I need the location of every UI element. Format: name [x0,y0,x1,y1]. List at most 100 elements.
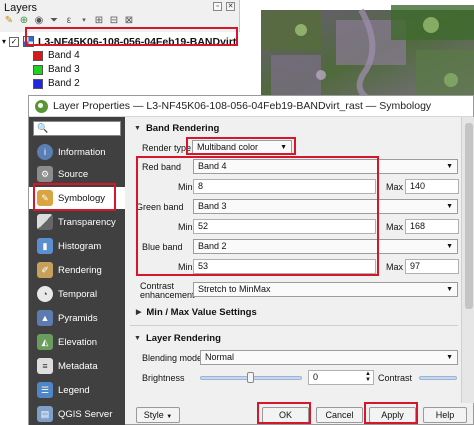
chevron-down-icon: ▼ [446,243,453,250]
red-max-input[interactable]: 140 [405,179,459,194]
apply-button[interactable]: Apply [369,407,416,423]
contrast-enhancement-label-line2: enhancement [140,290,195,300]
contrast-enhancement-select[interactable]: Stretch to MinMax ▼ [193,282,458,297]
blue-max-label: Max [386,262,404,272]
style-brush-icon[interactable]: ✎ [3,15,15,27]
brightness-slider-handle[interactable] [247,372,254,383]
satellite-image [261,5,474,100]
properties-nav: 🔍 i Information ⚙ Source ✎ Symbology Tra… [29,117,125,425]
visibility-eye-icon[interactable]: ◉ [33,15,45,27]
render-type-label: Render type [142,143,192,153]
close-panel-icon[interactable]: ✕ [226,2,235,11]
blue-min-input[interactable]: 53 [193,259,376,274]
nav-item-information[interactable]: i Information [29,141,125,163]
cancel-button[interactable]: Cancel [316,407,363,423]
chevron-down-icon: ▼ [446,203,453,210]
green-min-input[interactable]: 52 [193,219,376,234]
band-rendering-header[interactable]: ▼ Band Rendering [126,121,219,135]
contrast-slider[interactable] [419,376,457,380]
content-scrollbar[interactable] [461,117,474,403]
nav-item-metadata[interactable]: ≡ Metadata [29,355,125,377]
contrast-label: Contrast [378,373,413,383]
red-min-label: Min [178,182,193,192]
band-3-label: Band 3 [48,64,80,75]
chevron-down-icon: ▼ [280,144,287,151]
nav-item-pyramids[interactable]: ▲ Pyramids [29,307,125,329]
layer-tree: ▾ ✓ L3-NF45K06-108-056-04Feb19-BANDvirt … [0,32,240,100]
blue-min-label: Min [178,262,193,272]
dropdown-arrow-icon[interactable]: ▾ [78,15,90,27]
nav-item-qgis-server[interactable]: ▤ QGIS Server [29,403,125,425]
filter-expression-icon[interactable]: ε [63,15,75,27]
remove-layer-icon[interactable]: ⊠ [123,15,135,27]
blue-band-value: Band 2 [198,241,227,251]
visibility-checkbox[interactable]: ✓ [9,36,20,47]
legend-item-band-2: Band 2 [33,77,80,90]
expand-triangle-icon: ▶ [136,309,142,316]
chevron-down-icon: ▼ [446,354,453,361]
spin-arrows-icon: ▲ ▼ [365,371,371,383]
symbology-content: ▼ Band Rendering Render type Multiband c… [126,117,474,403]
temporal-clock-icon: ◔ [37,286,53,302]
layer-row[interactable]: ▾ ✓ L3-NF45K06-108-056-04Feb19-BANDvirt [2,35,236,48]
nav-item-transparency[interactable]: Transparency [29,211,125,233]
render-type-select[interactable]: Multiband color ▼ [192,140,292,155]
blue-band-select[interactable]: Band 2 ▼ [193,239,458,254]
brightness-value: 0 [313,372,319,382]
nav-item-label: Legend [58,384,90,396]
float-panel-icon[interactable]: ▫ [213,2,222,11]
chevron-down-icon: ▼ [166,414,173,420]
minmax-settings-heading: Min / Max Value Settings [146,306,257,318]
expand-all-icon[interactable]: ⊞ [93,15,105,27]
nav-item-label: Pyramids [58,312,98,324]
layer-rendering-heading: Layer Rendering [145,332,221,344]
nav-item-rendering[interactable]: ✐ Rendering [29,259,125,281]
qgis-logo-icon [35,99,48,113]
information-icon: i [37,144,53,160]
elevation-icon: ◭ [37,334,53,350]
collapse-chevron-icon[interactable]: ▾ [2,37,6,46]
brightness-spinbox[interactable]: 0 ▲ ▼ [308,370,374,385]
red-band-select[interactable]: Band 4 ▼ [193,159,458,174]
nav-item-temporal[interactable]: ◔ Temporal [29,283,125,305]
nav-item-histogram[interactable]: ▮ Histogram [29,235,125,257]
band-3-swatch [33,64,43,75]
legend-item-band-4: Band 4 [33,49,80,62]
minmax-settings-header[interactable]: ▶ Min / Max Value Settings [136,305,257,319]
nav-item-source[interactable]: ⚙ Source [29,163,125,185]
nav-item-symbology[interactable]: ✎ Symbology [29,187,125,209]
nav-item-label: Source [58,168,89,180]
nav-search-input[interactable]: 🔍 [33,121,121,136]
style-menu-button[interactable]: Style ▼ [136,407,180,423]
style-button-label: Style [143,410,164,420]
ok-button[interactable]: OK [262,407,309,423]
blue-max-input[interactable]: 97 [405,259,459,274]
collapse-triangle-icon: ▼ [134,124,141,132]
blending-mode-value: Normal [205,352,235,362]
green-band-select[interactable]: Band 3 ▼ [193,199,458,214]
add-group-icon[interactable]: ⊕ [18,15,30,27]
scrollbar-thumb[interactable] [465,123,473,309]
red-band-label: Red band [142,162,182,172]
green-band-value: Band 3 [198,201,227,211]
layer-rendering-header[interactable]: ▼ Layer Rendering [126,331,221,345]
map-canvas[interactable] [241,0,474,100]
render-type-value: Multiband color [197,142,259,152]
raster-layer-icon [23,36,35,47]
search-icon: 🔍 [37,123,49,133]
green-max-input[interactable]: 168 [405,219,459,234]
nav-item-elevation[interactable]: ◭ Elevation [29,331,125,353]
band-2-swatch [33,78,43,89]
brightness-label: Brightness [142,373,185,383]
legend-icon: ☰ [37,382,53,398]
nav-item-legend[interactable]: ☰ Legend [29,379,125,401]
help-button[interactable]: Help [423,407,467,423]
blue-band-label: Blue band [142,242,183,252]
qgis-server-icon: ▤ [37,406,53,422]
nav-item-label: Metadata [58,360,98,372]
collapse-all-icon[interactable]: ⊟ [108,15,120,27]
filter-icon[interactable]: ⏷ [48,15,60,27]
blending-mode-select[interactable]: Normal ▼ [200,350,458,365]
layers-toolbar: ✎ ⊕ ◉ ⏷ ε ▾ ⊞ ⊟ ⊠ [3,15,135,29]
red-min-input[interactable]: 8 [193,179,376,194]
